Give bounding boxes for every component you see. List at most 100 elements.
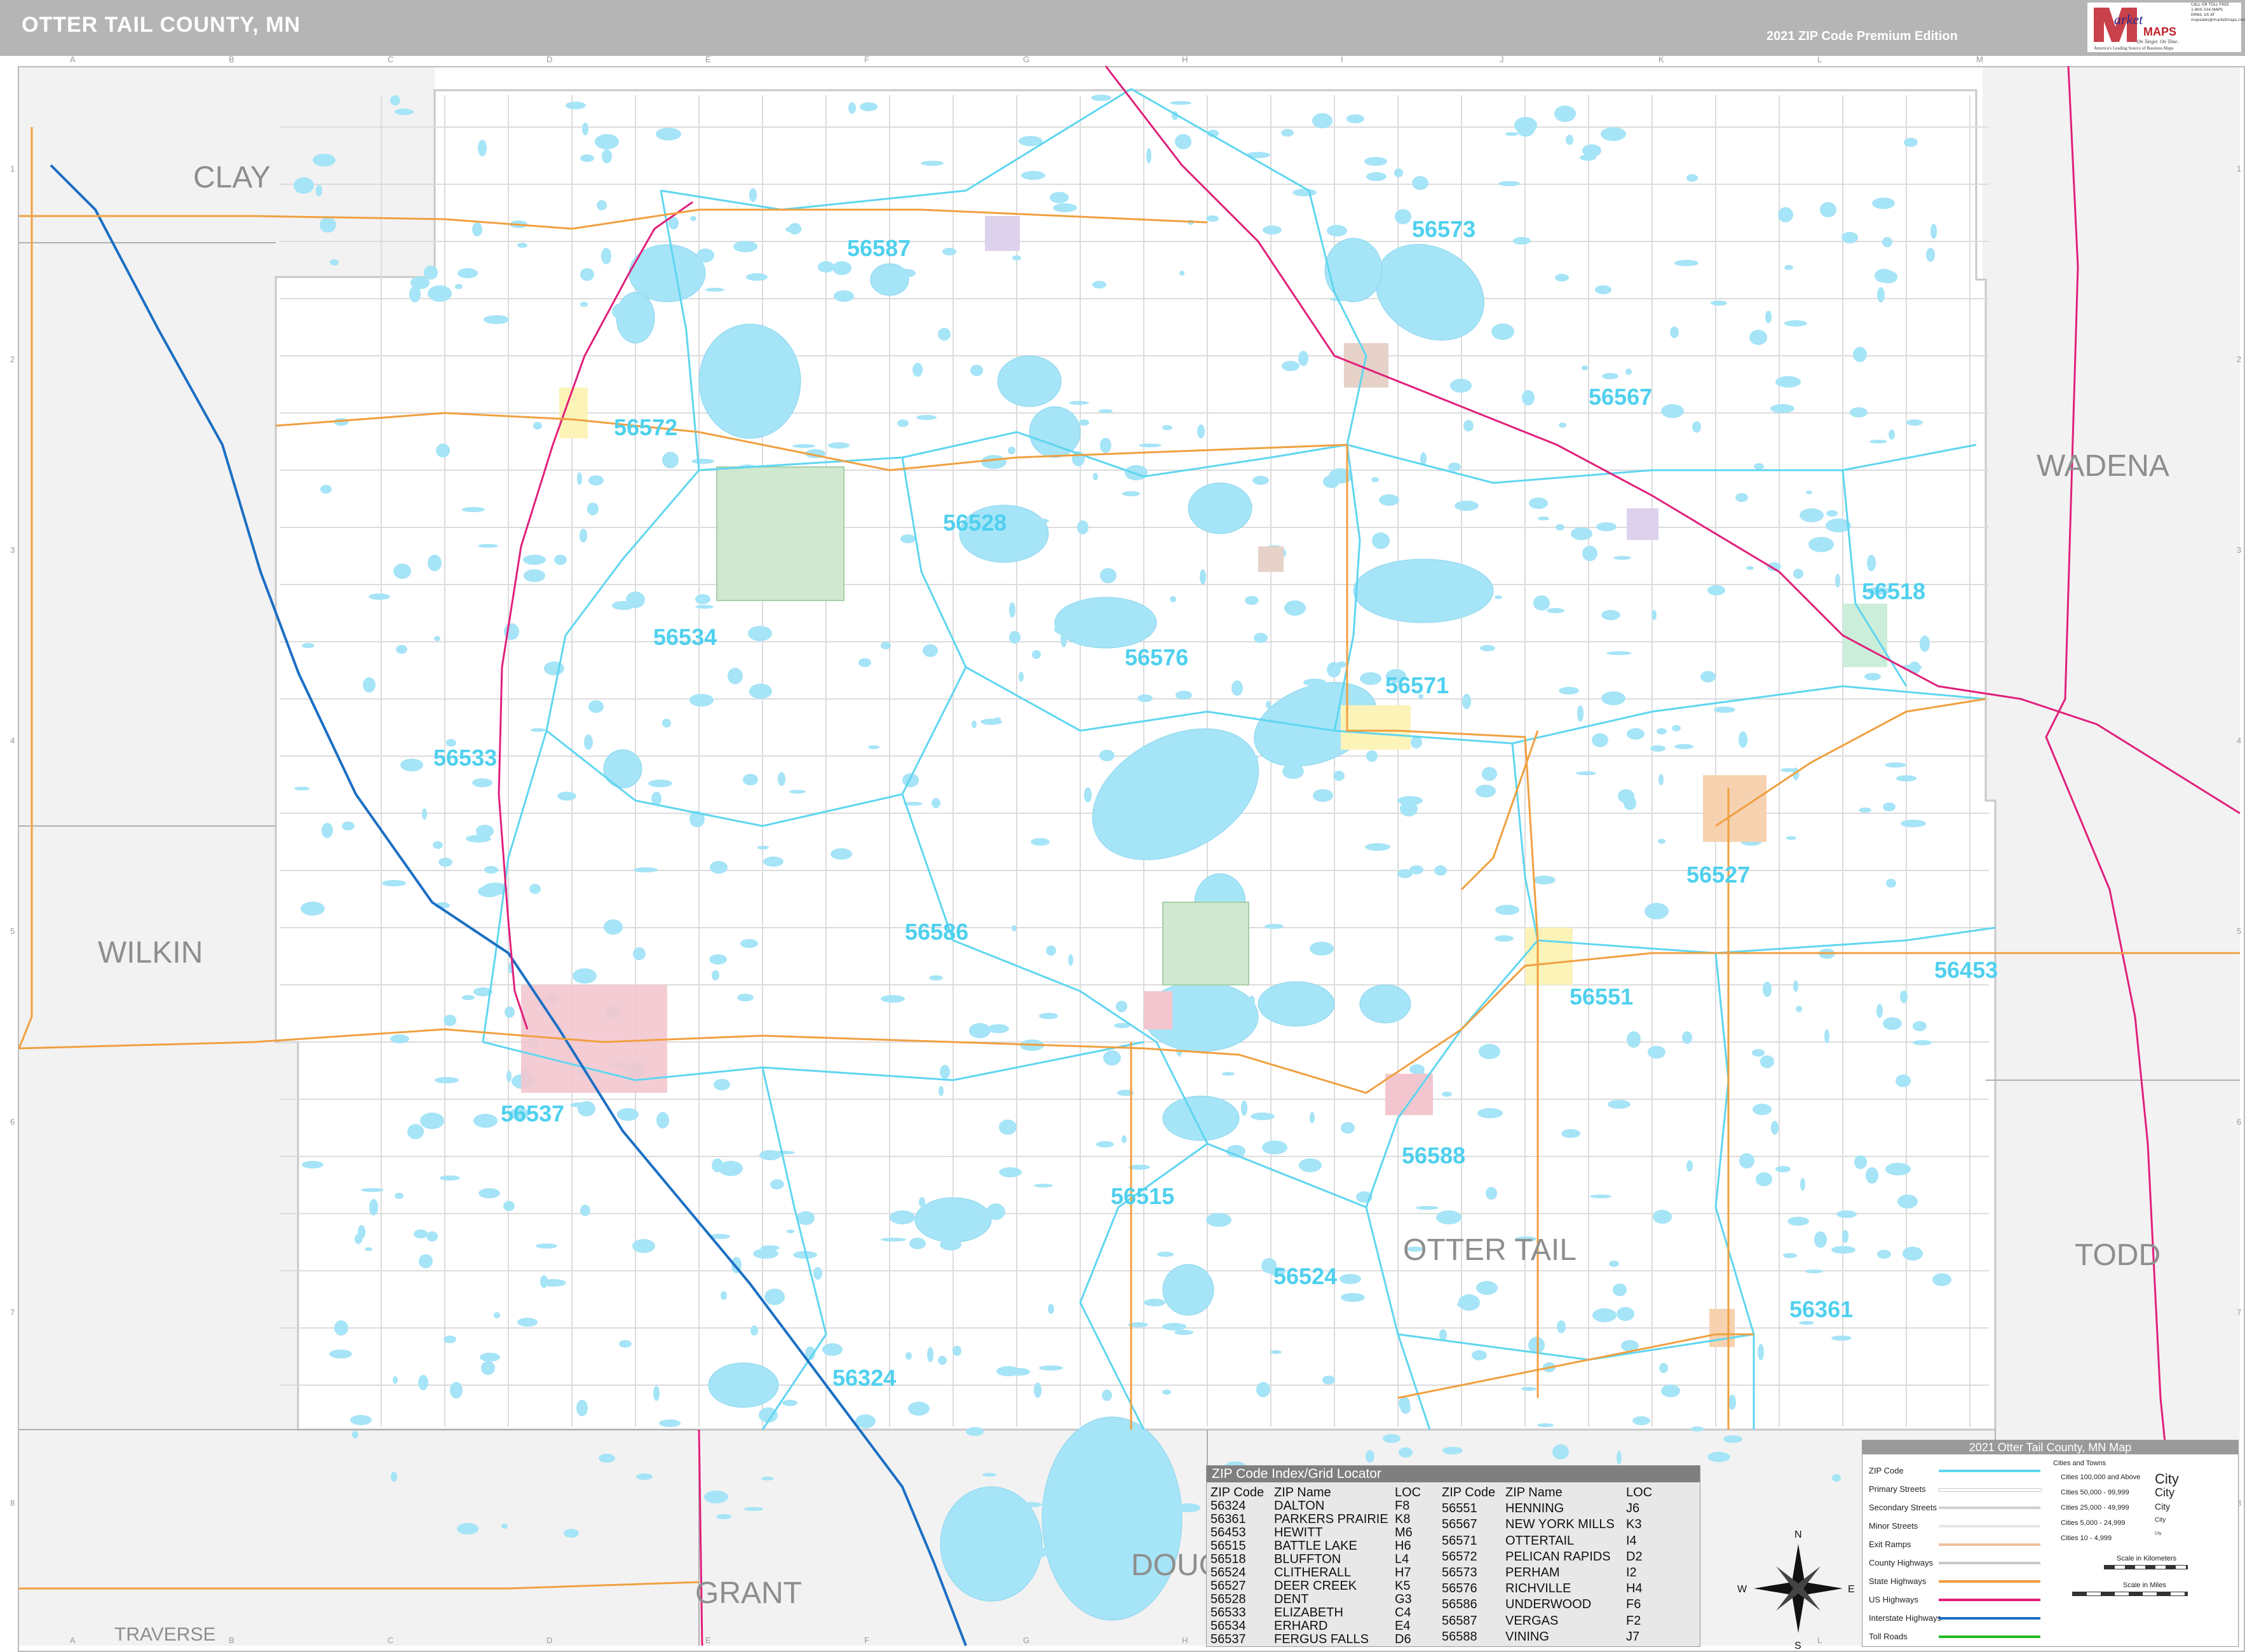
zip-index-cell: 56527 (1211, 1579, 1246, 1593)
grid-col-label: M (1976, 55, 1983, 64)
small-lake (1672, 725, 1681, 731)
small-lake (972, 721, 977, 728)
grid-col-label: A (70, 1635, 76, 1645)
small-lake (578, 1101, 595, 1116)
small-lake (1866, 1167, 1878, 1184)
small-lake (1048, 1304, 1054, 1314)
small-lake (1577, 705, 1584, 722)
state-park-maplewood (716, 466, 844, 601)
small-lake (1401, 1402, 1411, 1414)
small-lake (302, 643, 315, 648)
small-lake (1486, 1187, 1497, 1200)
small-lake (1463, 420, 1474, 431)
zip-index-cell: I4 (1626, 1533, 1637, 1548)
zip-index-cell: 56453 (1211, 1526, 1246, 1540)
small-lake (1434, 572, 1451, 581)
small-lake (1330, 297, 1353, 301)
legend-row-label: Interstate Highways (1869, 1613, 1942, 1623)
small-lake (352, 1431, 358, 1439)
small-lake (1592, 733, 1608, 747)
small-lake (696, 248, 714, 262)
grid-row-label: 4 (10, 736, 15, 745)
small-lake (599, 1454, 615, 1463)
small-lake (1094, 632, 1109, 641)
map-canvas[interactable]: AABBCCDDEEFFGGHHIIJJKKLLMM11223344556677… (0, 0, 2245, 1652)
small-lake (1652, 610, 1657, 620)
county-label-todd: TODD (2075, 1238, 2161, 1272)
small-lake (761, 1477, 774, 1480)
small-lake (1451, 564, 1462, 579)
zip-index-cell: G3 (1395, 1592, 1412, 1606)
grid-col-label: J (1500, 55, 1504, 64)
small-lake (1566, 135, 1573, 145)
small-lake (418, 1375, 428, 1390)
small-lake (1162, 425, 1172, 430)
small-lake (1707, 585, 1725, 595)
small-lake (1411, 570, 1418, 578)
small-lake (588, 700, 604, 713)
small-lake (709, 954, 727, 965)
small-lake (940, 1065, 950, 1079)
grid-col-label: L (1817, 1635, 1822, 1645)
small-lake (1602, 373, 1618, 379)
small-lake (1886, 879, 1896, 888)
small-lake (1021, 1502, 1042, 1507)
small-lake (438, 858, 452, 867)
small-lake (478, 140, 487, 156)
small-lake (1366, 172, 1387, 181)
small-lake (1176, 691, 1192, 700)
small-lake (1409, 865, 1423, 874)
grid-row-label: 1 (2237, 164, 2241, 173)
zip-index-cell: FERGUS FALLS (1274, 1632, 1369, 1646)
small-lake (998, 375, 1023, 381)
zip-index-header: ZIP Code (1442, 1486, 1496, 1500)
small-lake (1793, 980, 1798, 992)
grid-row-label: 6 (2237, 1117, 2241, 1127)
zip-label: 56567 (1589, 384, 1653, 410)
small-lake (523, 555, 546, 565)
small-lake (414, 1229, 428, 1238)
small-lake (1162, 1390, 1171, 1395)
small-lake (1282, 361, 1299, 371)
small-lake (1498, 181, 1520, 186)
legend-line (1939, 1470, 2040, 1472)
small-lake (434, 636, 440, 641)
small-lake (748, 626, 772, 641)
grid-col-label: H (1182, 1635, 1188, 1645)
small-lake (1657, 728, 1667, 735)
small-lake (1784, 320, 1807, 327)
zip-index-cell: HENNING (1505, 1501, 1564, 1516)
legend-row-label: Toll Roads (1869, 1632, 1908, 1641)
small-lake (939, 1086, 944, 1096)
small-lake (1820, 202, 1836, 217)
small-lake (1333, 771, 1345, 781)
small-lake (329, 1350, 352, 1358)
map-legend: 2021 Otter Tail County, MN Map Cities an… (1862, 1440, 2239, 1647)
small-lake (822, 1343, 843, 1356)
small-lake (1495, 595, 1502, 599)
legend-city-mark: City (2155, 1501, 2171, 1512)
small-lake (785, 226, 802, 233)
small-lake (1266, 701, 1271, 708)
small-lake (1103, 1050, 1121, 1066)
small-lake (1836, 1210, 1857, 1218)
small-lake (1021, 171, 1045, 180)
small-lake (1780, 768, 1797, 772)
small-lake (1533, 595, 1550, 611)
small-lake (391, 1472, 397, 1482)
grid-col-label: A (70, 55, 76, 64)
zip-index-cell: F8 (1395, 1499, 1410, 1513)
small-lake (986, 1203, 1005, 1220)
small-lake (316, 185, 322, 196)
small-lake (1661, 1385, 1680, 1397)
small-lake (1179, 271, 1184, 276)
small-lake (1686, 1160, 1693, 1172)
small-lake (1875, 269, 1894, 283)
small-lake (580, 1205, 590, 1216)
grid-row-label: 1 (10, 164, 15, 173)
small-lake (1210, 896, 1221, 902)
small-lake (1197, 424, 1205, 438)
small-lake (334, 1320, 348, 1336)
small-lake (450, 1382, 463, 1398)
small-lake (1901, 820, 1926, 827)
